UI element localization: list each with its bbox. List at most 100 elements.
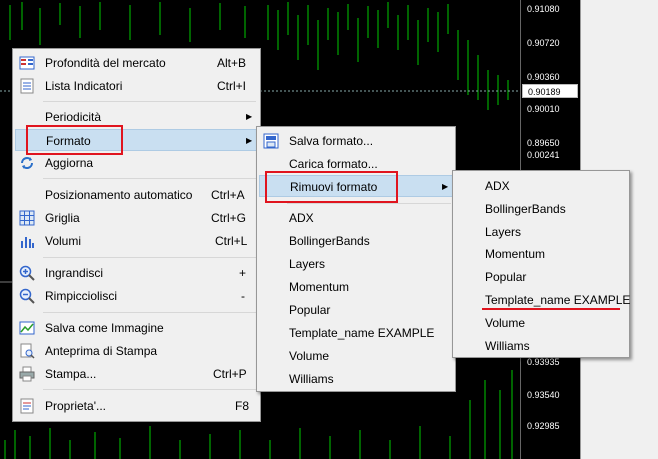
menu-item-indicators-list[interactable]: Lista Indicatori Ctrl+I [15,75,258,97]
menu-item-label: Profondità del mercato [45,56,166,70]
menu-item-label: Stampa... [45,367,97,381]
menu-item-label: Popular [485,270,527,284]
template-item[interactable]: ADX [259,207,453,229]
submenu-arrow-icon: ▶ [246,112,253,121]
price-label: 0.92985 [527,421,560,431]
current-price-label: 0.90189 [522,84,578,98]
zoom-in-icon [19,265,35,281]
menu-item-label: Aggiorna [45,156,94,170]
menu-item-label: Volumi [45,234,82,248]
submenu-arrow-icon: ▶ [246,136,253,145]
print-icon [19,366,35,382]
menu-separator [43,389,256,390]
menu-item-label: Volume [485,316,526,330]
remove-format-submenu: ADX BollingerBands Layers Momentum Popul… [452,170,630,358]
template-item[interactable]: Williams [259,368,453,390]
remove-template-item[interactable]: BollingerBands [455,198,627,220]
menu-item-label: Ingrandisci [45,266,104,280]
template-item[interactable]: Volume [259,345,453,367]
menu-item-shortcut: + [239,266,247,280]
properties-icon [20,398,34,414]
menu-item-properties[interactable]: Proprieta'... F8 [15,395,258,417]
price-label: 0.89650 [527,138,560,148]
volumes-icon [21,237,34,248]
menu-item-save-image[interactable]: Salva come Immagine [15,317,258,339]
save-format-icon [263,133,279,149]
market-depth-icon [19,56,35,70]
menu-item-label: BollingerBands [289,234,370,248]
format-submenu: Salva formato... Carica formato... Rimuo… [256,126,456,392]
menu-item-print[interactable]: Stampa... Ctrl+P [15,363,258,385]
price-label: 0.93540 [527,390,560,400]
chart-context-menu: Profondità del mercato Alt+B Lista Indic… [12,48,261,422]
menu-item-label: Salva come Immagine [45,321,164,335]
submenu-arrow-icon: ▶ [442,182,449,191]
template-item[interactable]: BollingerBands [259,230,453,252]
menu-item-zoom-in[interactable]: Ingrandisci + [15,262,258,284]
menu-item-label: Griglia [45,211,80,225]
remove-template-item[interactable]: Williams [455,335,627,357]
remove-template-item[interactable]: Momentum [455,243,627,265]
remove-template-item[interactable]: Layers [455,221,627,243]
menu-item-label: Posizionamento automatico [45,188,193,202]
menu-item-refresh[interactable]: Aggiorna [15,152,258,174]
menu-separator [287,203,451,204]
annotation-box-format [26,125,123,155]
menu-item-label: Rimpicciolisci [45,289,118,303]
price-label: 0.93935 [527,357,560,367]
menu-separator [43,101,256,102]
menu-item-label: Volume [289,349,330,363]
template-item[interactable]: Template_name EXAMPLE [259,322,453,344]
menu-separator [43,257,256,258]
menu-item-label: ADX [485,179,510,193]
menu-item-shortcut: Ctrl+A [211,188,245,202]
menu-item-save-format[interactable]: Salva formato... [259,130,453,152]
menu-item-zoom-out[interactable]: Rimpicciolisci - [15,285,258,307]
remove-template-item[interactable]: Volume [455,312,627,334]
price-label: 0.00241 [527,150,560,160]
zoom-out-icon [19,288,35,304]
menu-item-label: Momentum [289,280,350,294]
menu-item-volumes[interactable]: Volumi Ctrl+L [15,230,258,252]
menu-item-shortcut: Ctrl+P [213,367,247,381]
menu-item-shortcut: Ctrl+I [217,79,247,93]
grid-icon [19,210,35,226]
menu-item-shortcut: Alt+B [217,56,247,70]
template-item[interactable]: Popular [259,299,453,321]
indicators-list-icon [20,78,34,94]
refresh-icon [21,157,33,169]
annotation-box-remove-format [265,171,398,203]
menu-item-market-depth[interactable]: Profondità del mercato Alt+B [15,52,258,74]
remove-template-item[interactable]: Popular [455,266,627,288]
menu-item-auto-scroll[interactable]: Posizionamento automatico Ctrl+A [15,184,258,206]
menu-item-label: BollingerBands [485,202,566,216]
menu-item-shortcut: - [241,289,245,303]
annotation-underline-template [482,308,620,310]
menu-item-label: Lista Indicatori [45,79,123,93]
price-label: 0.90010 [527,104,560,114]
template-item[interactable]: Layers [259,253,453,275]
menu-separator [43,312,256,313]
menu-item-label: Template_name EXAMPLE [289,326,435,340]
menu-item-shortcut: Ctrl+L [215,234,248,248]
price-label: 0.90720 [527,38,560,48]
menu-item-label: Williams [289,372,334,386]
price-label: 0.90360 [527,72,560,82]
menu-item-label: Layers [289,257,326,271]
template-item[interactable]: Momentum [259,276,453,298]
menu-item-label: Momentum [485,247,546,261]
menu-item-shortcut: F8 [235,399,250,413]
menu-item-label: Williams [485,339,530,353]
menu-item-label: Layers [485,225,522,239]
menu-item-label: Proprieta'... [45,399,106,413]
menu-item-grid[interactable]: Griglia Ctrl+G [15,207,258,229]
menu-item-label: Popular [289,303,331,317]
menu-item-label: Salva formato... [289,134,374,148]
save-image-icon [19,321,35,335]
price-label: 0.91080 [527,4,560,14]
remove-template-item[interactable]: ADX [455,175,627,197]
menu-item-label: Anteprima di Stampa [45,344,158,358]
print-preview-icon [20,343,35,359]
menu-item-print-preview[interactable]: Anteprima di Stampa [15,340,258,362]
menu-item-label: ADX [289,211,314,225]
